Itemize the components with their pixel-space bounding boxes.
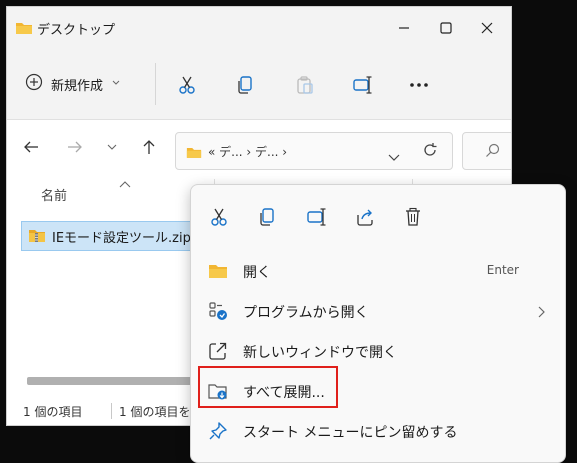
- chevron-down-icon[interactable]: [388, 147, 400, 166]
- address-bar[interactable]: « デ... › デ... ›: [175, 132, 453, 170]
- selected-count: 1 個の項目を: [119, 405, 191, 419]
- paste-icon[interactable]: [291, 71, 319, 99]
- new-button[interactable]: 新規作成: [25, 71, 121, 97]
- maximize-button[interactable]: [426, 12, 466, 44]
- rename-icon[interactable]: [349, 71, 377, 99]
- shortcut-label: Enter: [486, 263, 519, 277]
- folder-icon: [186, 144, 202, 163]
- toolbar-divider: [155, 63, 156, 105]
- folder-open-icon: [207, 260, 229, 282]
- folder-icon: [15, 20, 33, 39]
- sort-ascending-icon: [119, 173, 131, 192]
- menu-item-label: 新しいウィンドウで開く: [243, 345, 397, 361]
- refresh-icon[interactable]: [422, 142, 438, 162]
- navigation-bar: « デ... › デ... ›: [7, 120, 511, 172]
- menu-item-label: スタート メニューにピン留めする: [243, 425, 458, 441]
- menu-item-open-new-window[interactable]: 新しいウィンドウで開く: [191, 334, 565, 368]
- more-options-icon[interactable]: [405, 71, 433, 99]
- copy-icon[interactable]: [253, 203, 281, 231]
- column-header-name[interactable]: 名前: [41, 185, 67, 204]
- chevron-right-icon: [537, 303, 545, 322]
- title-bar: デスクトップ: [7, 7, 511, 49]
- window-title: デスクトップ: [37, 23, 116, 38]
- menu-item-pin-to-start[interactable]: スタート メニューにピン留めする: [191, 414, 565, 448]
- plus-circle-icon: [25, 73, 43, 95]
- close-button[interactable]: [467, 12, 507, 44]
- search-icon: [485, 143, 500, 162]
- open-with-icon: [207, 300, 229, 322]
- delete-icon[interactable]: [399, 203, 427, 231]
- command-bar: 新規作成: [7, 49, 511, 120]
- back-icon[interactable]: [20, 136, 42, 158]
- cut-icon[interactable]: [173, 71, 201, 99]
- zip-folder-icon: [28, 228, 46, 247]
- cut-icon[interactable]: [205, 203, 233, 231]
- file-name: IEモード設定ツール.zip: [52, 231, 191, 246]
- menu-item-label: 開く: [243, 265, 271, 281]
- copy-icon[interactable]: [231, 71, 259, 99]
- new-window-icon: [207, 340, 229, 362]
- annotation-highlight-box: [198, 366, 338, 408]
- breadcrumb: « デ... › デ... ›: [208, 145, 288, 159]
- up-icon[interactable]: [138, 136, 160, 158]
- menu-item-open-with[interactable]: プログラムから開く: [191, 294, 565, 328]
- context-menu: 開く Enter プログラムから開く 新しいウィンドウで開く すべて展開... …: [190, 184, 566, 463]
- search-input[interactable]: [462, 132, 511, 170]
- new-button-label: 新規作成: [51, 78, 104, 94]
- pin-icon: [207, 420, 229, 442]
- share-icon[interactable]: [351, 203, 379, 231]
- chevron-down-icon: [111, 77, 121, 92]
- menu-item-open[interactable]: 開く Enter: [191, 254, 565, 288]
- item-count: 1 個の項目: [23, 405, 83, 419]
- rename-icon[interactable]: [303, 203, 331, 231]
- status-divider: [111, 403, 112, 419]
- forward-icon[interactable]: [64, 136, 86, 158]
- file-item-selected[interactable]: IEモード設定ツール.zip: [21, 221, 199, 251]
- minimize-button[interactable]: [384, 12, 424, 44]
- menu-item-label: プログラムから開く: [243, 305, 369, 321]
- recent-locations-icon[interactable]: [101, 136, 123, 158]
